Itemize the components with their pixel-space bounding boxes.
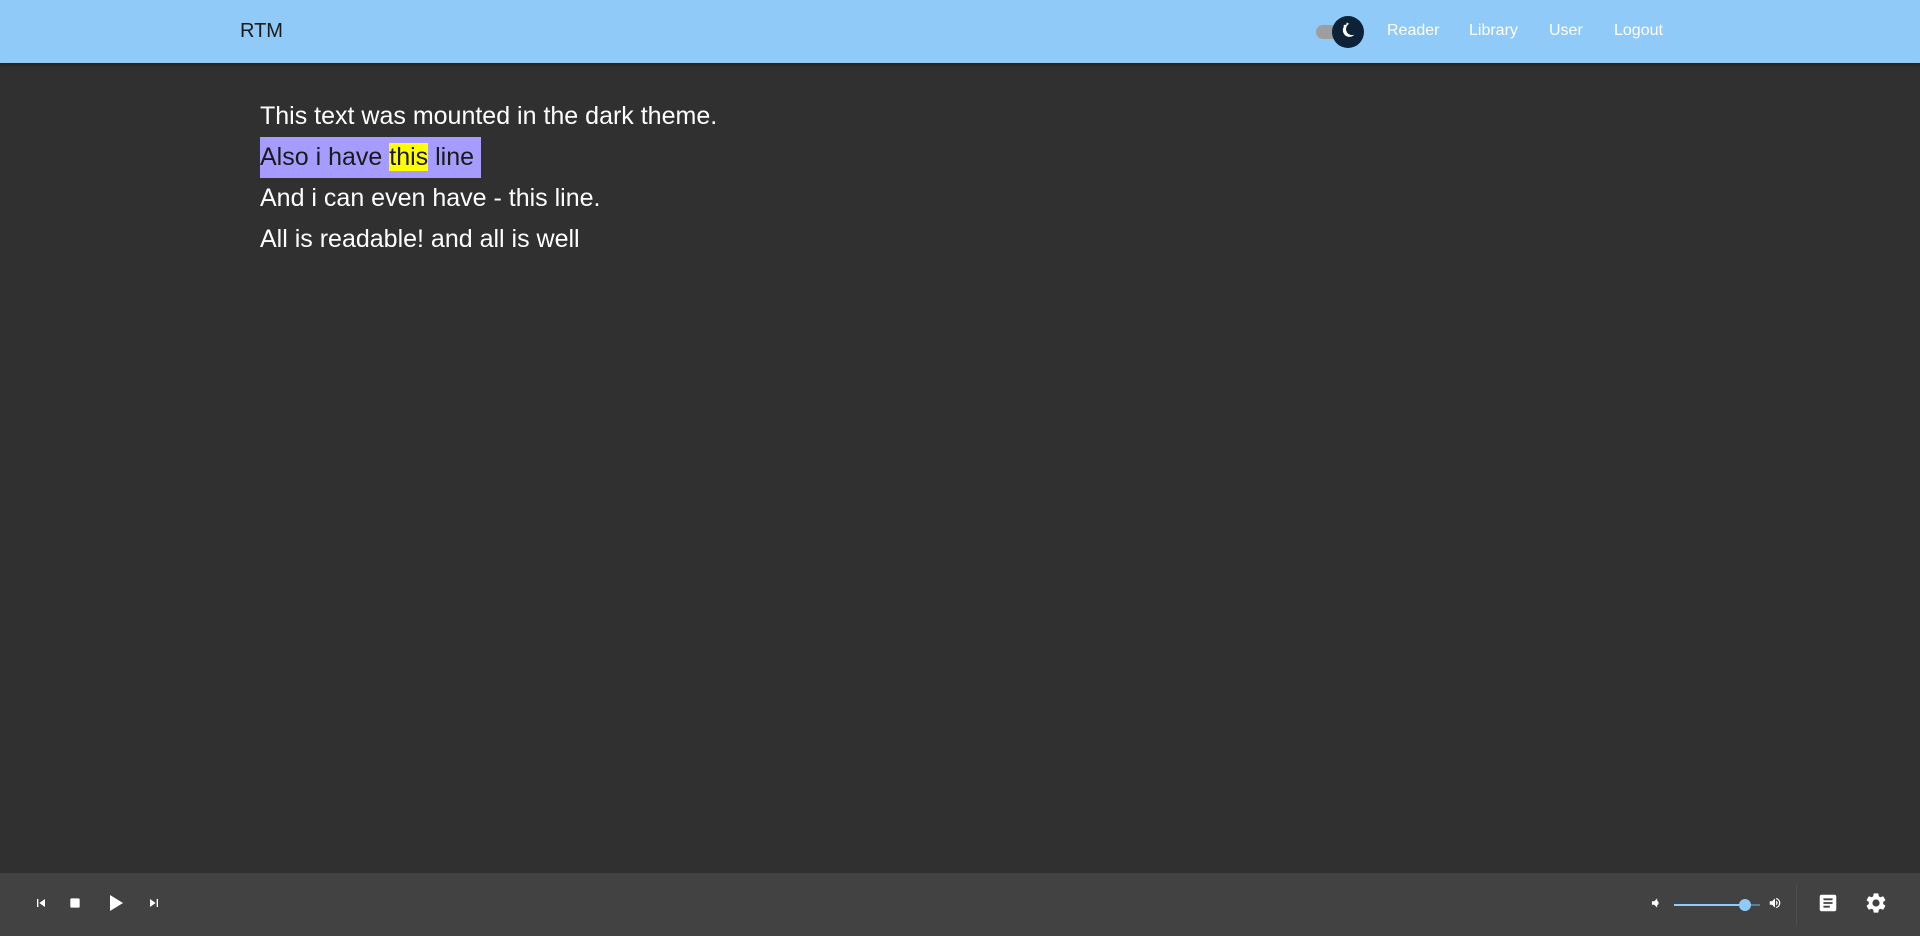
reader-line-4[interactable]: All is readable! and all is well	[260, 219, 717, 260]
volume-slider-fill	[1674, 904, 1745, 906]
volume-down-button[interactable]	[1642, 891, 1670, 919]
active-line-after: line	[428, 143, 475, 171]
reader-line-1[interactable]: This text was mounted in the dark theme.	[260, 96, 717, 137]
volume-slider-thumb[interactable]	[1738, 899, 1751, 911]
volume-slider[interactable]	[1674, 899, 1760, 911]
settings-icon	[1864, 891, 1888, 920]
volume-up-button[interactable]	[1761, 891, 1789, 919]
skip-previous-button[interactable]	[27, 891, 55, 919]
theme-toggle[interactable]	[1314, 16, 1364, 48]
theme-toggle-knob	[1332, 16, 1364, 48]
top-app-bar: RTM Reader Library User Logout	[0, 0, 1920, 63]
nav-user[interactable]: User	[1549, 22, 1583, 40]
player-divider	[1796, 885, 1797, 925]
stop-button[interactable]	[61, 891, 89, 919]
player-bar	[0, 873, 1920, 936]
nav-library[interactable]: Library	[1469, 22, 1518, 40]
nav-logout[interactable]: Logout	[1614, 22, 1663, 40]
skip-next-button[interactable]	[140, 891, 168, 919]
active-word-highlight: this	[389, 143, 429, 171]
reader-line-3[interactable]: And i can even have - this line.	[260, 178, 717, 219]
play-icon	[103, 891, 127, 920]
moon-icon	[1338, 20, 1358, 45]
nav-reader[interactable]: Reader	[1387, 22, 1439, 40]
skip-previous-icon	[33, 895, 49, 916]
active-line-before: Also i have	[260, 143, 390, 171]
play-button[interactable]	[101, 891, 129, 919]
notes-icon	[1817, 892, 1839, 919]
skip-next-icon	[146, 895, 162, 916]
notes-button[interactable]	[1814, 891, 1842, 919]
reader-content: This text was mounted in the dark theme.…	[260, 96, 717, 260]
settings-button[interactable]	[1862, 891, 1890, 919]
app-brand[interactable]: RTM	[240, 20, 283, 43]
volume-down-icon	[1649, 896, 1663, 915]
volume-up-icon	[1768, 896, 1782, 915]
reader-line-2-active[interactable]: Also i have this line	[260, 137, 482, 178]
stop-icon	[67, 895, 83, 916]
